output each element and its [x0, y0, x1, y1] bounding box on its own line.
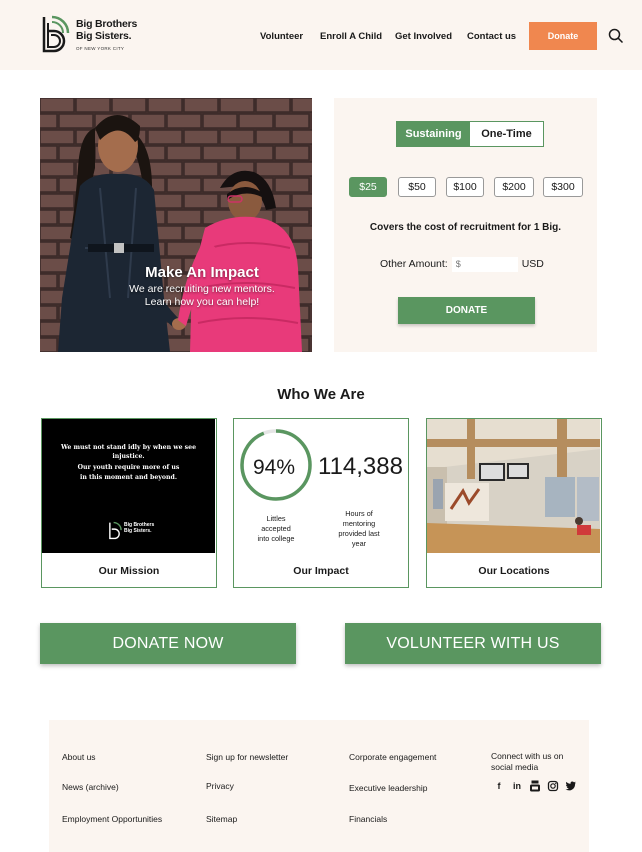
donate-submit-button[interactable]: DONATE — [398, 297, 535, 324]
tab-sustaining[interactable]: Sustaining — [397, 122, 470, 146]
amount-description: Covers the cost of recruitment for 1 Big… — [369, 222, 562, 233]
impact-percent-desc-line: accepted — [261, 524, 291, 533]
footer-social-title-line-2: social media — [491, 762, 539, 772]
amount-50-button[interactable]: $50 — [398, 177, 436, 197]
tab-one-time[interactable]: One-Time — [470, 122, 543, 146]
donation-panel: Sustaining One-Time $25 $50 $100 $200 $3… — [334, 98, 597, 352]
impact-percent-desc-line: Littles — [266, 514, 286, 523]
impact-hours-desc-line: mentoring — [342, 519, 376, 528]
logo-mark-icon — [42, 15, 70, 53]
locations-image — [427, 419, 600, 553]
footer-social-title-line-1: Connect with us on — [491, 751, 564, 761]
mini-logo-line-2: Big Sisters. — [124, 528, 152, 534]
donation-frequency-toggle: Sustaining One-Time — [396, 121, 544, 147]
hero-subtitle-line-2: Learn how you can help! — [144, 296, 260, 308]
impact-hours-desc-line: year — [351, 539, 367, 548]
hero-title: Make An Impact — [145, 264, 259, 281]
nav-contact-us[interactable]: Contact us — [467, 31, 516, 42]
footer-link-sitemap[interactable]: Sitemap — [206, 814, 237, 824]
youtube-icon[interactable] — [529, 780, 541, 792]
mission-quote-1: We must not stand idly by when we see in… — [60, 444, 197, 460]
impact-hours-desc-line: provided last — [338, 529, 380, 538]
twitter-icon[interactable] — [565, 780, 577, 792]
footer-link-news[interactable]: News (archive) — [62, 782, 119, 792]
footer-social-title: Connect with us on social media — [491, 751, 563, 773]
amount-options: $25 $50 $100 $200 $300 — [349, 177, 589, 197]
mission-quote-2-line-2: in this moment and beyond. — [80, 474, 177, 481]
mini-logo-mark-icon — [109, 521, 122, 540]
other-amount-label: Other Amount: — [380, 258, 448, 270]
linkedin-icon[interactable]: in — [511, 780, 523, 792]
other-amount-input[interactable] — [451, 256, 518, 272]
instagram-icon[interactable] — [547, 780, 559, 792]
footer-link-newsletter[interactable]: Sign up for newsletter — [206, 752, 288, 762]
card-label-our-impact: Our Impact — [293, 565, 349, 577]
site-header: Big Brothers Big Sisters. OF NEW YORK CI… — [0, 0, 642, 70]
logo[interactable]: Big Brothers Big Sisters. OF NEW YORK CI… — [40, 15, 150, 57]
other-amount-row: Other Amount: USD — [380, 256, 544, 272]
card-label-our-locations: Our Locations — [478, 565, 550, 577]
mission-image: We must not stand idly by when we see in… — [42, 419, 215, 553]
footer-link-privacy[interactable]: Privacy — [206, 781, 234, 791]
nav-volunteer[interactable]: Volunteer — [260, 31, 303, 42]
footer-link-executive-leadership[interactable]: Executive leadership — [349, 783, 427, 793]
amount-200-button[interactable]: $200 — [494, 177, 534, 197]
impact-hours: 114,388 — [318, 453, 403, 480]
footer-link-about-us[interactable]: About us — [62, 752, 96, 762]
footer-link-financials[interactable]: Financials — [349, 814, 387, 824]
impact-percent-desc-line: into college — [257, 534, 295, 543]
footer-link-employment[interactable]: Employment Opportunities — [62, 814, 162, 824]
mission-quote-2-line-1: Our youth require more of us — [77, 464, 180, 471]
hero-photo — [40, 98, 312, 352]
card-our-locations[interactable]: Our Locations — [426, 418, 602, 588]
impact-hours-description: Hours of mentoring provided last year — [330, 509, 388, 549]
amount-25-button[interactable]: $25 — [349, 177, 387, 197]
impact-percent: 94% — [252, 456, 296, 479]
impact-hours-desc-line: Hours of — [345, 509, 373, 518]
logo-line-2: Big Sisters. — [76, 30, 132, 42]
nav-get-involved[interactable]: Get Involved — [395, 31, 452, 42]
facebook-icon[interactable]: f — [493, 780, 505, 792]
impact-percent-description: Littles accepted into college — [248, 514, 304, 544]
mission-quote-2: Our youth require more of us in this mom… — [52, 463, 205, 483]
section-title-who-we-are: Who We Are — [277, 386, 365, 403]
footer-link-corporate-engagement[interactable]: Corporate engagement — [349, 752, 436, 762]
logo-line-1: Big Brothers — [76, 18, 138, 30]
nav-enroll-a-child[interactable]: Enroll A Child — [320, 31, 382, 42]
search-icon[interactable] — [608, 28, 624, 44]
site-footer: About us News (archive) Employment Oppor… — [49, 720, 589, 852]
hero-image[interactable]: Make An Impact We are recruiting new men… — [40, 98, 312, 352]
header-donate-button[interactable]: Donate — [529, 22, 597, 50]
card-label-our-mission: Our Mission — [98, 565, 160, 577]
currency-label: USD — [521, 258, 544, 270]
mini-logo: Big Brothers Big Sisters. — [108, 521, 158, 541]
volunteer-with-us-button[interactable]: VOLUNTEER WITH US — [345, 623, 601, 664]
amount-100-button[interactable]: $100 — [446, 177, 484, 197]
logo-subtitle: OF NEW YORK CITY — [76, 46, 125, 51]
card-our-mission[interactable]: We must not stand idly by when we see in… — [41, 418, 217, 588]
social-icons: f in — [493, 780, 577, 792]
amount-300-button[interactable]: $300 — [543, 177, 583, 197]
hero-subtitle: We are recruiting new mentors. Learn how… — [40, 283, 312, 309]
donate-now-button[interactable]: DONATE NOW — [40, 623, 296, 664]
hero-subtitle-line-1: We are recruiting new mentors. — [129, 283, 275, 295]
card-our-impact[interactable]: 94% 114,388 Littles accepted into colleg… — [233, 418, 409, 588]
